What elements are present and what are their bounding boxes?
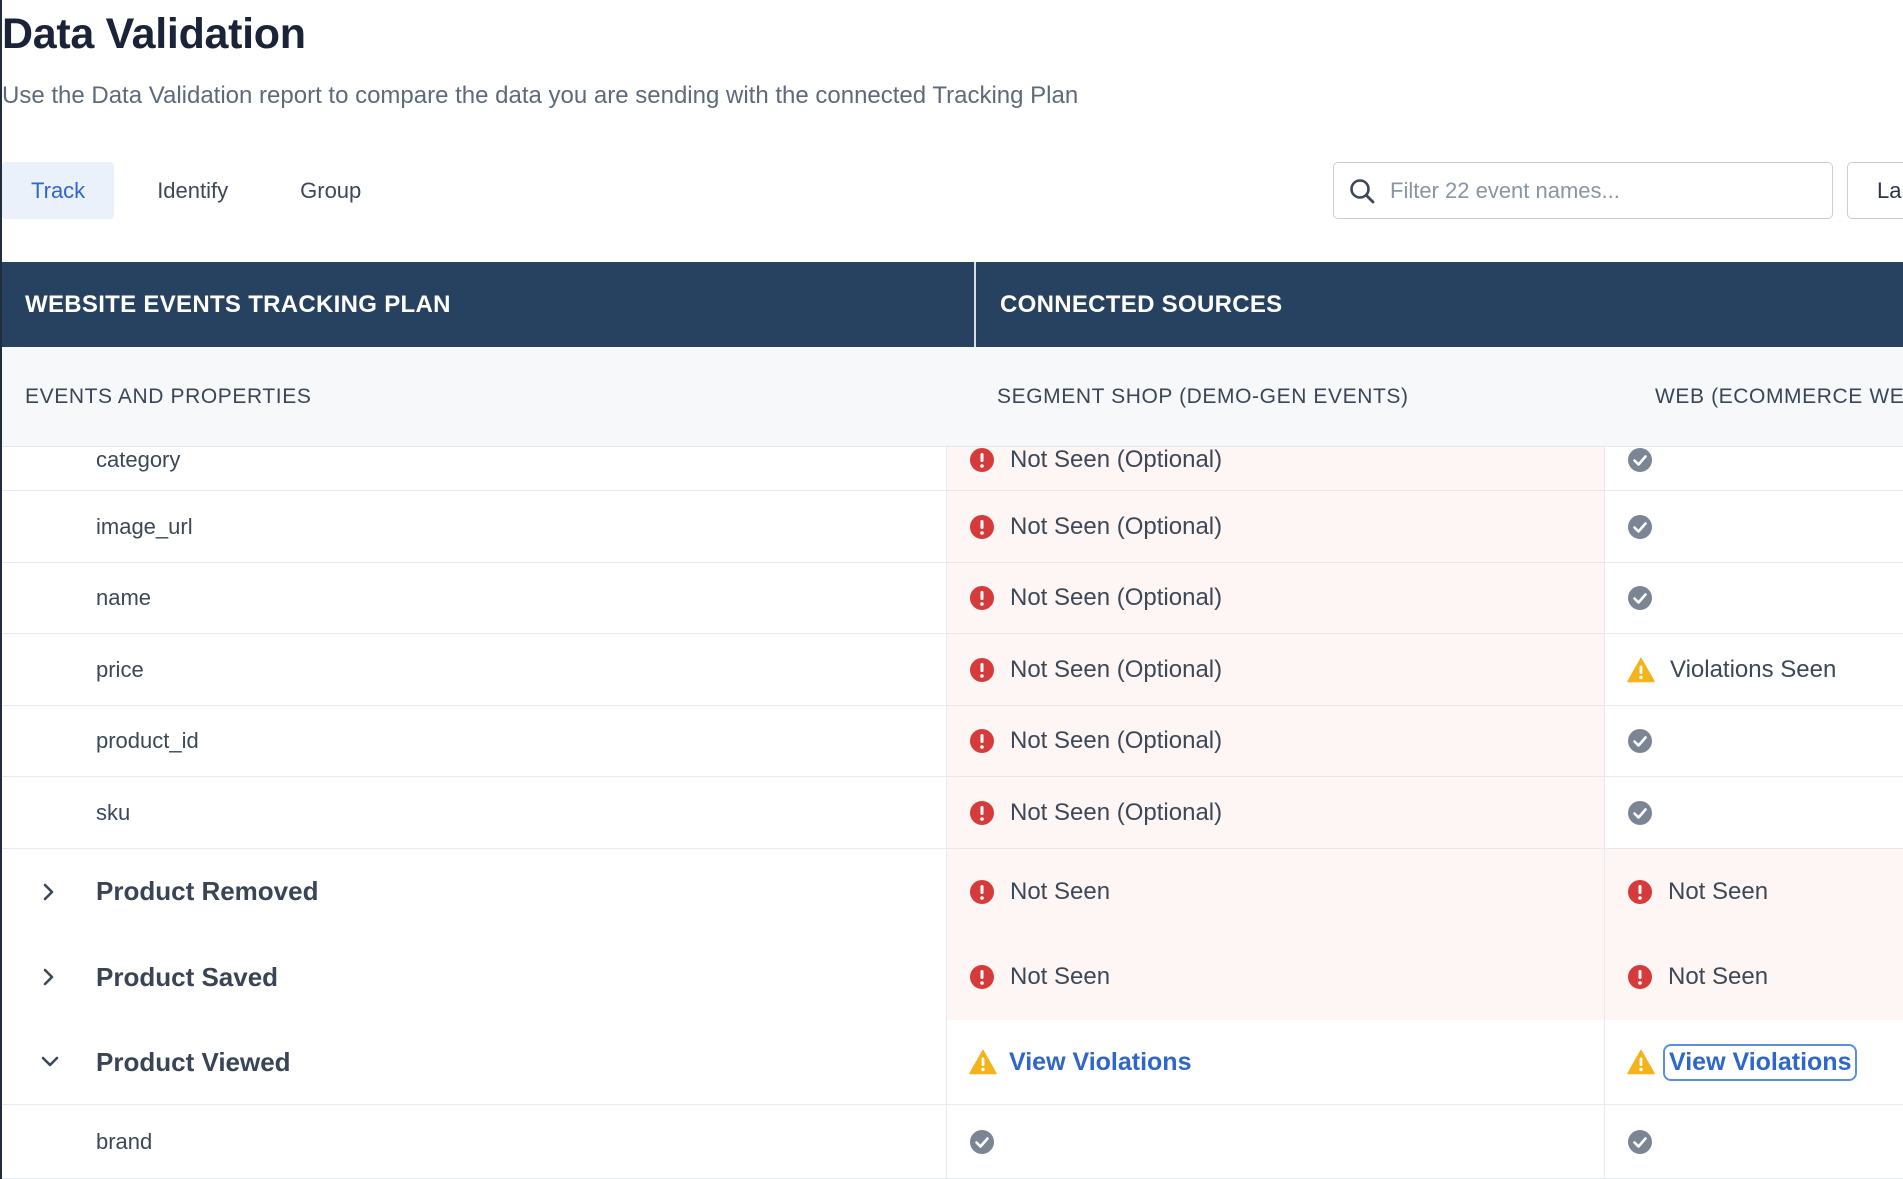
- connected-sources-header: CONNECTED SOURCES: [1000, 290, 1283, 318]
- status-text: Not Seen: [1668, 877, 1769, 905]
- error-icon: [970, 586, 994, 610]
- error-icon: [970, 657, 994, 682]
- table-header-bar: WEBSITE EVENTS TRACKING PLAN CONNECTED S…: [2, 262, 1903, 347]
- source-2-status: [1604, 447, 1903, 490]
- column-events-and-properties: EVENTS AND PROPERTIES: [25, 385, 312, 408]
- collapse-toggle[interactable]: [40, 1020, 60, 1104]
- check-circle-icon: [1628, 514, 1652, 539]
- source-1-status: Not Seen: [946, 934, 1604, 1020]
- source-2-status: Not Seen: [1604, 849, 1903, 934]
- check-circle-icon: [1628, 447, 1652, 472]
- error-icon: [970, 447, 994, 472]
- page-subtitle: Use the Data Validation report to compar…: [2, 82, 1079, 109]
- status-text: Not Seen (Optional): [1010, 727, 1223, 754]
- event-name: Product Saved: [96, 961, 279, 992]
- table-row: product_id Not Seen (Optional): [2, 706, 1903, 777]
- filter-event-names-input[interactable]: [1390, 177, 1810, 204]
- source-2-status: Violations Seen: [1604, 634, 1903, 705]
- events-table-body: category Not Seen (Optional) image_url N…: [2, 447, 1903, 1179]
- check-circle-icon: [1628, 1129, 1652, 1154]
- property-name: price: [96, 656, 144, 682]
- check-circle-icon: [1628, 800, 1652, 825]
- view-violations-link[interactable]: View Violations: [1662, 1043, 1858, 1081]
- source-2-status: View Violations: [1604, 1020, 1903, 1104]
- chevron-right-icon: [43, 968, 54, 986]
- error-icon: [970, 965, 994, 989]
- table-row: brand: [2, 1105, 1903, 1179]
- error-icon: [970, 879, 994, 904]
- property-name: name: [96, 585, 152, 610]
- property-name: brand: [96, 1128, 153, 1154]
- column-source-web-ecommerce: WEB (ECOMMERCE WEB: [1655, 385, 1903, 408]
- source-1-status: [946, 1105, 1604, 1178]
- page-title: Data Validation: [2, 10, 306, 58]
- error-icon: [970, 800, 994, 825]
- error-icon: [970, 514, 994, 539]
- property-name: image_url: [96, 513, 193, 539]
- check-circle-icon: [970, 1129, 994, 1154]
- status-text: Not Seen (Optional): [1010, 512, 1223, 540]
- property-name: product_id: [96, 728, 199, 753]
- table-row: image_url Not Seen (Optional): [2, 491, 1903, 563]
- tab-track[interactable]: Track: [2, 162, 115, 219]
- property-name: category: [96, 447, 181, 472]
- table-row: category Not Seen (Optional): [2, 447, 1903, 491]
- chevron-down-icon: [41, 1056, 59, 1067]
- status-text: Not Seen: [1010, 877, 1111, 905]
- event-row[interactable]: Product Saved Not Seen Not Seen: [2, 934, 1903, 1020]
- source-2-status: [1604, 491, 1903, 562]
- warning-icon: [1627, 1049, 1655, 1075]
- error-icon: [1628, 965, 1652, 989]
- table-row: price Not Seen (Optional) Violations See…: [2, 634, 1903, 706]
- expand-toggle[interactable]: [40, 934, 58, 1020]
- view-violations-link[interactable]: View Violations: [1009, 1048, 1191, 1077]
- source-1-status: Not Seen: [946, 849, 1604, 934]
- source-2-status: [1604, 1105, 1903, 1178]
- source-1-status: Not Seen (Optional): [946, 777, 1604, 848]
- error-icon: [1628, 879, 1652, 904]
- source-1-status: Not Seen (Optional): [946, 706, 1604, 776]
- check-circle-icon: [1628, 586, 1652, 610]
- warning-icon: [969, 1049, 997, 1075]
- column-subheader: EVENTS AND PROPERTIES SEGMENT SHOP (DEMO…: [2, 347, 1903, 447]
- warning-icon: [1627, 657, 1655, 682]
- status-text: Not Seen (Optional): [1010, 447, 1223, 473]
- event-row[interactable]: Product Viewed View Violations View Viol…: [2, 1020, 1903, 1105]
- source-2-status: [1604, 563, 1903, 633]
- status-text: Not Seen (Optional): [1010, 798, 1223, 826]
- filter-box: [1333, 162, 1833, 219]
- status-text: Not Seen (Optional): [1010, 655, 1223, 683]
- tab-identify[interactable]: Identify: [128, 162, 257, 219]
- source-1-status: Not Seen (Optional): [946, 634, 1604, 705]
- check-circle-icon: [1628, 729, 1652, 753]
- source-2-status: [1604, 706, 1903, 776]
- table-row: name Not Seen (Optional): [2, 563, 1903, 634]
- search-icon: [1350, 178, 1375, 203]
- status-text: Not Seen: [1010, 963, 1111, 990]
- status-text: Not Seen (Optional): [1010, 584, 1223, 611]
- event-name: Product Viewed: [96, 1046, 291, 1077]
- chevron-right-icon: [43, 883, 54, 900]
- event-type-tabs: Track Identify Group: [2, 162, 404, 219]
- source-1-status: Not Seen (Optional): [946, 491, 1604, 562]
- source-1-status: View Violations: [946, 1020, 1604, 1104]
- event-name: Product Removed: [96, 876, 319, 906]
- time-range-button[interactable]: La: [1847, 162, 1903, 219]
- tab-group[interactable]: Group: [271, 162, 390, 219]
- expand-toggle[interactable]: [40, 849, 58, 934]
- source-1-status: Not Seen (Optional): [946, 447, 1604, 490]
- source-1-status: Not Seen (Optional): [946, 563, 1604, 633]
- status-text: Violations Seen: [1670, 655, 1837, 683]
- table-row: sku Not Seen (Optional): [2, 777, 1903, 849]
- source-2-status: [1604, 777, 1903, 848]
- property-name: sku: [96, 799, 131, 825]
- error-icon: [970, 729, 994, 753]
- source-2-status: Not Seen: [1604, 934, 1903, 1020]
- tracking-plan-header: WEBSITE EVENTS TRACKING PLAN: [2, 262, 976, 347]
- status-text: Not Seen: [1668, 963, 1769, 990]
- event-row[interactable]: Product Removed Not Seen Not Seen: [2, 849, 1903, 934]
- column-source-segment-shop: SEGMENT SHOP (DEMO-GEN EVENTS): [997, 385, 1409, 408]
